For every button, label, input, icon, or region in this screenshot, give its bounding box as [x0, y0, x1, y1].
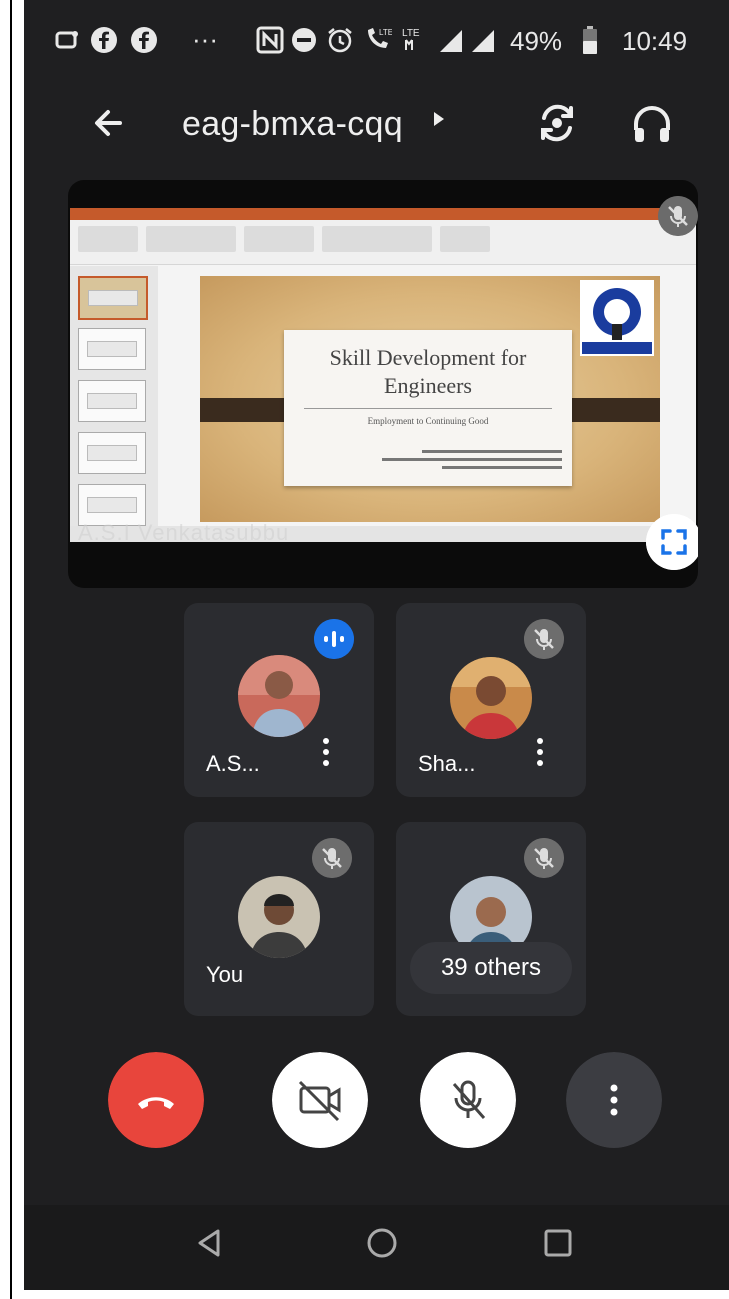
- back-arrow-icon[interactable]: [84, 98, 134, 148]
- slide-title-card: Skill Development for Engineers Employme…: [284, 330, 572, 486]
- slide-small-text: [422, 450, 562, 453]
- slide-thumbnail: [78, 276, 148, 320]
- facebook-icon: [91, 27, 117, 53]
- end-call-button[interactable]: [108, 1052, 204, 1148]
- slide-small-text: [442, 466, 562, 469]
- participant-tile-others[interactable]: 39 others: [396, 822, 586, 1016]
- avatar: [238, 876, 320, 958]
- volte-call-icon: LTE: [368, 28, 392, 48]
- nfc-icon: [256, 26, 284, 54]
- status-bar: ··· LTE LTE 49% 10:49: [24, 0, 729, 80]
- avatar: [238, 655, 320, 737]
- meet-screen: ··· LTE LTE 49% 10:49 eag-bmxa-cqq Skill…: [24, 0, 729, 1299]
- meeting-details-chevron-icon[interactable]: [434, 112, 444, 126]
- facebook-icon-2: [131, 27, 157, 53]
- more-options-button[interactable]: [566, 1052, 662, 1148]
- mic-off-icon: [524, 619, 564, 659]
- presentation-mic-off-icon: [658, 196, 698, 236]
- alarm-icon: [328, 28, 352, 53]
- svg-text:LTE: LTE: [402, 28, 420, 39]
- meeting-code[interactable]: eag-bmxa-cqq: [182, 102, 403, 146]
- navigation-bar: [24, 1205, 729, 1290]
- slide-thumbnails: [70, 266, 158, 542]
- ribbon-group: [78, 226, 138, 252]
- camera-off-button[interactable]: [272, 1052, 368, 1148]
- institution-logo: [580, 280, 654, 356]
- ribbon-group: [146, 226, 236, 252]
- presentation-tile[interactable]: Skill Development for Engineers Employme…: [68, 180, 698, 588]
- shared-screen: Skill Development for Engineers Employme…: [70, 208, 696, 545]
- current-slide: Skill Development for Engineers Employme…: [200, 276, 660, 522]
- do-not-disturb-icon: [292, 28, 316, 52]
- slide-thumbnail: [78, 328, 146, 370]
- ribbon-group: [244, 226, 314, 252]
- mic-off-icon: [312, 838, 352, 878]
- meeting-top-bar: eag-bmxa-cqq: [24, 80, 729, 170]
- switch-camera-icon[interactable]: [534, 100, 580, 146]
- slide-title: Skill Development for Engineers: [329, 345, 527, 398]
- left-border: [10, 0, 12, 1299]
- nav-recents-icon[interactable]: [542, 1227, 574, 1259]
- nav-back-icon[interactable]: [194, 1227, 226, 1259]
- svg-text:LTE: LTE: [379, 28, 392, 37]
- ppt-ribbon: [70, 208, 696, 265]
- presenter-label: A.S.I Venkatasubbu: [78, 520, 290, 545]
- participant-name: A.S...: [206, 751, 260, 776]
- slide-band-left: [200, 398, 292, 422]
- battery-icon: [583, 26, 597, 54]
- slide-small-text: [382, 458, 562, 461]
- fullscreen-icon[interactable]: [646, 514, 698, 570]
- lte-signal-icon: LTE: [402, 28, 420, 50]
- avatar: [450, 657, 532, 739]
- slide-subtitle: Employment to Continuing Good: [367, 416, 489, 426]
- slide-divider: [304, 408, 552, 409]
- battery-percent: 49%: [510, 26, 563, 56]
- ribbon-group: [322, 226, 432, 252]
- participant-options-icon[interactable]: [530, 733, 550, 773]
- signal-icon-1: [440, 30, 462, 52]
- slide-thumbnail: [78, 432, 146, 474]
- nav-home-icon[interactable]: [366, 1227, 398, 1259]
- others-count-pill: 39 others: [410, 942, 572, 994]
- ppt-title-bar: [70, 208, 696, 220]
- participant-name: Sha...: [418, 751, 476, 776]
- speaking-indicator-icon: [314, 619, 354, 659]
- slide-band-right: [564, 398, 660, 422]
- screenshot-icon: [55, 31, 78, 49]
- others-count: 39 others: [440, 954, 542, 981]
- slide-thumbnail: [78, 380, 146, 422]
- ribbon-group: [440, 226, 490, 252]
- signal-icon-2: [472, 30, 494, 52]
- mic-off-icon: [524, 838, 564, 878]
- participant-tile-as[interactable]: A.S...: [184, 603, 374, 797]
- bottom-border: [24, 1290, 729, 1299]
- participant-name: You: [206, 962, 244, 987]
- participant-tile-you[interactable]: You: [184, 822, 374, 1016]
- participant-tile-sha[interactable]: Sha...: [396, 603, 586, 797]
- participant-options-icon[interactable]: [316, 733, 336, 773]
- more-notifications-icon: ···: [192, 24, 218, 54]
- headphones-icon[interactable]: [629, 100, 675, 146]
- mic-off-button[interactable]: [420, 1052, 516, 1148]
- clock: 10:49: [622, 26, 688, 56]
